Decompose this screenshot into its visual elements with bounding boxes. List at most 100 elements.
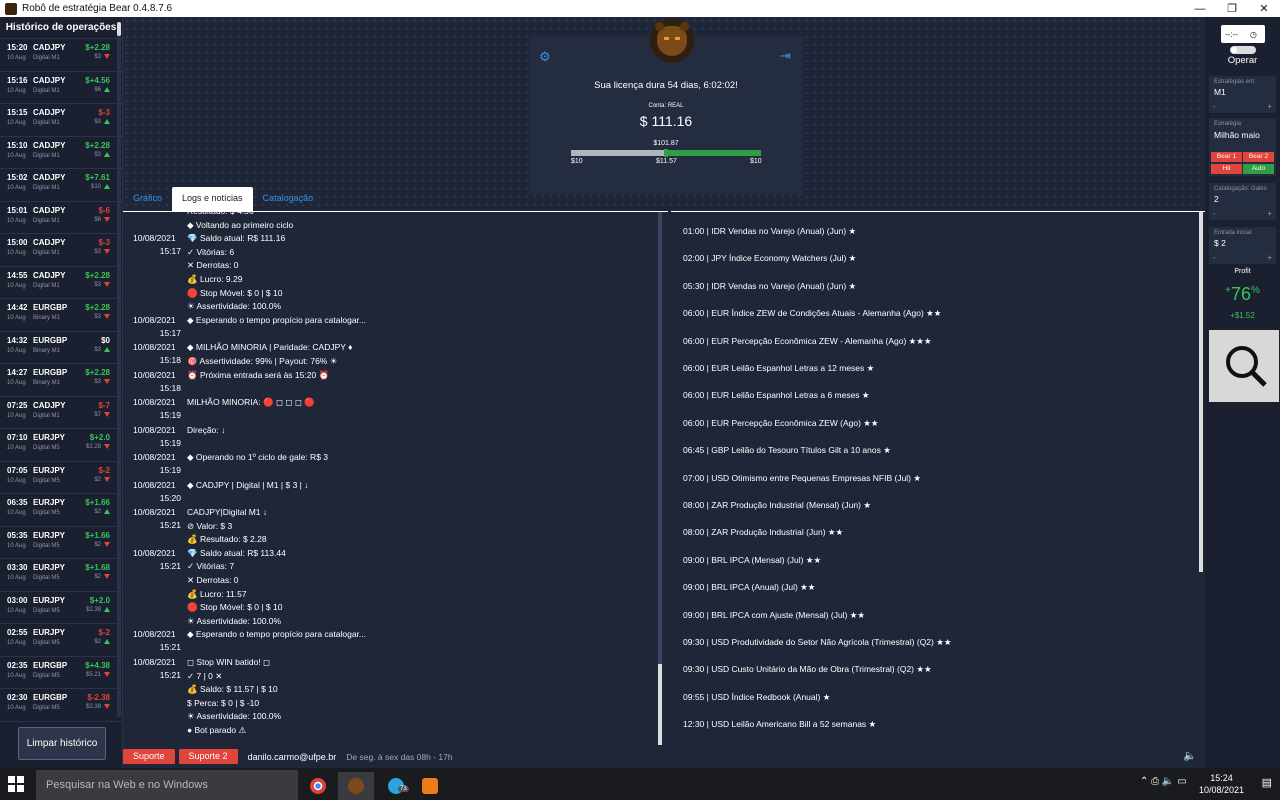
log-date: 10/08/2021 xyxy=(133,233,176,244)
row-time: 02:55 xyxy=(7,628,28,637)
increment-button[interactable]: + xyxy=(1267,209,1272,218)
chart-app-icon[interactable] xyxy=(412,772,448,800)
decrement-button[interactable]: - xyxy=(1213,209,1216,218)
gear-icon[interactable]: ⚙ xyxy=(539,50,552,63)
history-scrollbar[interactable] xyxy=(117,22,121,717)
row-stake-value: $2 xyxy=(94,509,101,516)
bear-taskbar-icon[interactable] xyxy=(338,772,374,800)
maximize-button[interactable]: ❐ xyxy=(1216,0,1248,17)
arrow-down-icon xyxy=(104,444,110,449)
news-panel: 01:00 | IDR Vendas no Varejo (Anual) (Ju… xyxy=(671,211,1205,745)
history-row[interactable]: 15:00 10 Aug CADJPY Digital M1 $-3 $3 xyxy=(0,234,122,267)
history-row[interactable]: 02:30 10 Aug EURGBP Digital M5 $-2.38 $2… xyxy=(0,689,122,722)
row-stake-value: $2 xyxy=(94,639,101,646)
row-stake: $3 xyxy=(94,54,110,60)
catalog-gales-box: Catalogação: Gales 2 - + xyxy=(1209,183,1276,220)
history-row[interactable]: 03:00 10 Aug EURJPY Digital M5 $+2.0 $2.… xyxy=(0,592,122,624)
bear-logo xyxy=(650,19,694,63)
row-result: $+2.0 xyxy=(89,433,110,442)
close-button[interactable]: ✕ xyxy=(1248,0,1280,17)
row-result: $+2.28 xyxy=(85,368,110,377)
news-item: 06:00 | EUR Percepção Econômica ZEW (Ago… xyxy=(683,417,879,428)
history-row[interactable]: 15:16 10 Aug CADJPY Digital M1 $+4.56 $6 xyxy=(0,72,122,104)
strategy-value[interactable]: Milhão maio xyxy=(1214,130,1260,140)
stepper: - + xyxy=(1213,102,1272,111)
progress-marker xyxy=(664,149,668,157)
history-row[interactable]: 15:10 10 Aug CADJPY Digital M1 $+2.28 $3 xyxy=(0,137,122,169)
windows-start-icon[interactable] xyxy=(8,776,24,792)
strategy-timeframe-value[interactable]: M1 xyxy=(1214,87,1226,97)
row-type: Binary M1 xyxy=(33,380,61,386)
history-row[interactable]: 15:02 10 Aug CADJPY Digital M1 $+7.61 $1… xyxy=(0,169,122,202)
history-row[interactable]: 06:35 10 Aug EURJPY Digital M5 $+1.66 $2 xyxy=(0,494,122,527)
news-scroll-thumb[interactable] xyxy=(1199,212,1203,572)
row-result: $-6 xyxy=(98,205,110,215)
catalog-gales-label: Catalogação: Gales xyxy=(1214,186,1267,192)
operate-toggle[interactable] xyxy=(1230,46,1256,54)
increment-button[interactable]: + xyxy=(1267,102,1272,111)
history-row[interactable]: 15:15 10 Aug CADJPY Digital M1 $-3 $3 xyxy=(0,104,122,137)
speaker-icon[interactable]: 🔈 xyxy=(1183,749,1197,762)
row-date: 10 Aug xyxy=(7,640,26,646)
clear-history-button[interactable]: Limpar histórico xyxy=(18,727,106,760)
row-pair: EURGBP xyxy=(33,335,68,345)
history-row[interactable]: 14:55 10 Aug CADJPY Digital M1 $+2.28 $3 xyxy=(0,267,122,299)
history-row[interactable]: 02:35 10 Aug EURGBP Digital M5 $+4.38 $5… xyxy=(0,657,122,689)
profit-percent: +76% xyxy=(1225,284,1260,304)
auto-button[interactable]: Auto xyxy=(1243,164,1274,174)
row-stake: $2.38 xyxy=(86,606,110,613)
system-tray[interactable]: ⌃ ⎙ 🔈 ▭ xyxy=(1140,776,1187,787)
row-type: Digital M1 xyxy=(33,152,60,159)
hit-button[interactable]: Hit xyxy=(1211,164,1242,174)
minimize-button[interactable]: — xyxy=(1184,0,1216,17)
row-type: Digital M5 xyxy=(33,477,60,484)
taskbar-clock[interactable]: 15:24 10/08/2021 xyxy=(1199,772,1244,796)
row-pair: CADJPY xyxy=(33,270,66,280)
time-input[interactable]: --:-- ◷ xyxy=(1221,25,1265,43)
taskbar-search-input[interactable]: Pesquisar na Web e no Windows xyxy=(36,770,298,800)
tab-catalogacao[interactable]: Catalogação xyxy=(253,187,324,211)
stop-progress-bar xyxy=(571,149,761,157)
history-row[interactable]: 15:20 10 Aug CADJPY Digital M1 $+2.28 $3 xyxy=(0,39,122,72)
row-time: 15:20 xyxy=(7,43,28,52)
entry-value[interactable]: $ 2 xyxy=(1214,238,1226,248)
increment-button[interactable]: + xyxy=(1267,253,1272,262)
entry-label: Entrada inicial xyxy=(1214,230,1252,236)
history-scroll-thumb[interactable] xyxy=(117,22,121,36)
logs-scroll-thumb[interactable] xyxy=(658,664,662,745)
logout-icon[interactable]: ⇥ xyxy=(780,49,793,63)
history-row[interactable]: 14:42 10 Aug EURGBP Binary M1 $+2.28 $3 xyxy=(0,299,122,332)
row-pair: CADJPY xyxy=(33,108,66,117)
history-row[interactable]: 07:05 10 Aug EURJPY Digital M5 $-2 $2 xyxy=(0,462,122,494)
notification-icon[interactable]: ▤ xyxy=(1262,776,1272,789)
row-date: 10 Aug xyxy=(7,282,26,289)
clock-time: 15:24 xyxy=(1210,773,1233,783)
bear-2-button[interactable]: Bear 2 xyxy=(1243,152,1274,162)
news-item: 09:00 | BRL IPCA (Mensal) (Jul) ★★ xyxy=(683,554,822,565)
row-stake: $10 xyxy=(91,184,110,190)
history-row[interactable]: 05:35 10 Aug EURJPY Digital M5 $+1.66 $2 xyxy=(0,527,122,559)
log-time: 15:19 xyxy=(159,437,181,448)
support-2-button[interactable]: Suporte 2 xyxy=(178,749,238,764)
support-button[interactable]: Suporte xyxy=(123,749,175,764)
search-button[interactable] xyxy=(1209,330,1279,402)
decrement-button[interactable]: - xyxy=(1213,102,1216,111)
history-row[interactable]: 14:27 10 Aug EURGBP Binary M1 $+2.28 $3 xyxy=(0,364,122,397)
history-row[interactable]: 14:32 10 Aug EURGBP Binary M1 $0 $3 xyxy=(0,332,122,364)
history-row[interactable]: 07:10 10 Aug EURJPY Digital M5 $+2.0 $2.… xyxy=(0,429,122,462)
history-row[interactable]: 15:01 10 Aug CADJPY Digital M1 $-6 $6 xyxy=(0,202,122,234)
history-row[interactable]: 02:55 10 Aug EURJPY Digital M5 $-2 $2 xyxy=(0,624,122,657)
log-message: ◆ Operando no 1º ciclo de gale: R$ 3 xyxy=(187,452,329,462)
row-stake-value: $3 xyxy=(94,119,101,126)
row-result: $-2 xyxy=(98,628,110,637)
bear-1-button[interactable]: Bear 1 xyxy=(1211,152,1242,162)
tab-logs[interactable]: Logs e notícias xyxy=(172,187,253,211)
telegram-icon[interactable]: 73 xyxy=(378,772,414,800)
chrome-icon[interactable] xyxy=(300,772,336,800)
history-row[interactable]: 07:25 10 Aug CADJPY Digital M1 $-7 $7 xyxy=(0,397,122,429)
row-stake-value: $3 xyxy=(94,379,101,386)
decrement-button[interactable]: - xyxy=(1213,253,1216,262)
tab-grafico[interactable]: Gráfico xyxy=(123,187,172,211)
catalog-gales-value[interactable]: 2 xyxy=(1214,194,1219,204)
history-row[interactable]: 03:30 10 Aug EURJPY Digital M5 $+1.68 $2 xyxy=(0,559,122,592)
